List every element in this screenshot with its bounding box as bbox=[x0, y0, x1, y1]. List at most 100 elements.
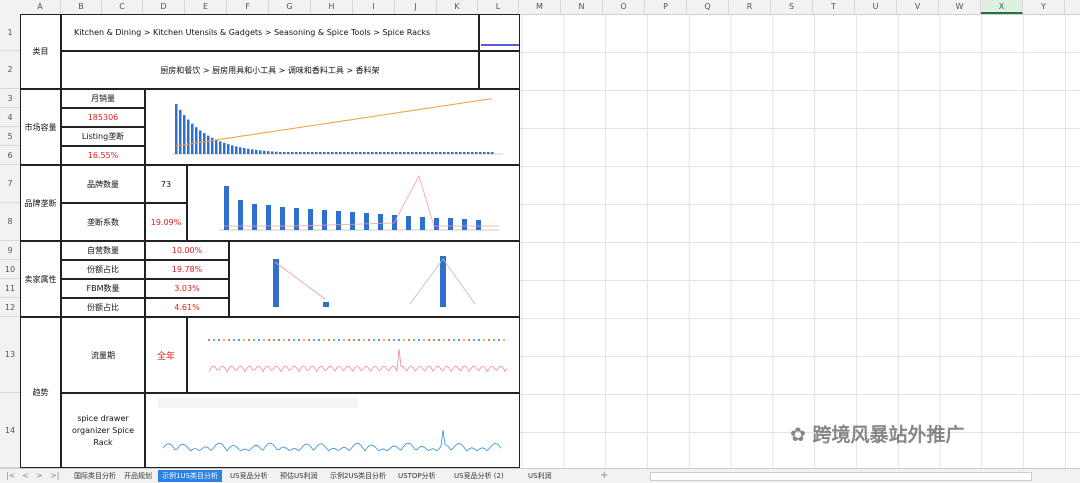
brand-count-label[interactable]: 品牌数量 bbox=[61, 165, 145, 203]
flow-label[interactable]: 流量期 bbox=[61, 317, 145, 393]
sheet-tab[interactable]: 示例1US类目分析 bbox=[158, 470, 223, 482]
sheet-tab[interactable]: 预估US利润 bbox=[276, 470, 322, 482]
row-header-13[interactable]: 13 bbox=[0, 317, 20, 393]
column-header-n[interactable]: N bbox=[561, 0, 603, 14]
column-header-d[interactable]: D bbox=[143, 0, 185, 14]
category-path-en[interactable]: Kitchen & Dining > Kitchen Utensils & Ga… bbox=[61, 14, 479, 51]
sheet-tab[interactable]: US利润 bbox=[524, 470, 556, 482]
bar bbox=[246, 148, 249, 154]
category-empty-cell[interactable] bbox=[479, 51, 520, 89]
flow-value[interactable]: 全年 bbox=[145, 317, 187, 393]
keyword-cell[interactable]: spice drawer organizer Spice Rack bbox=[61, 393, 145, 468]
sheet-tab[interactable]: US竞品分析 bbox=[226, 470, 272, 482]
column-header-a[interactable]: A bbox=[20, 0, 61, 14]
column-header-k[interactable]: K bbox=[437, 0, 478, 14]
row-header-1[interactable]: 1 bbox=[0, 14, 20, 51]
bar bbox=[178, 109, 181, 154]
sheet-tab[interactable]: USTOP分析 bbox=[394, 470, 440, 482]
bar bbox=[398, 152, 401, 154]
column-header-h[interactable]: H bbox=[311, 0, 353, 14]
fbm-value[interactable]: 3.03% bbox=[145, 279, 229, 298]
column-header-b[interactable]: B bbox=[61, 0, 102, 14]
row-header-3[interactable]: 3 bbox=[0, 89, 20, 108]
row-header-8[interactable]: 8 bbox=[0, 203, 20, 241]
brand-coef-label[interactable]: 垄断系数 bbox=[61, 203, 145, 241]
column-header-w[interactable]: W bbox=[939, 0, 981, 14]
add-sheet-icon[interactable]: + bbox=[600, 470, 608, 482]
column-header-s[interactable]: S bbox=[771, 0, 813, 14]
column-header-q[interactable]: Q bbox=[687, 0, 729, 14]
column-header-j[interactable]: J bbox=[395, 0, 437, 14]
column-header-i[interactable]: I bbox=[353, 0, 395, 14]
brand-label[interactable]: 品牌垄断 bbox=[20, 165, 61, 241]
market-label[interactable]: 市场容量 bbox=[20, 89, 61, 165]
row-header-4[interactable]: 4 bbox=[0, 108, 20, 127]
column-header-p[interactable]: P bbox=[645, 0, 687, 14]
category-label[interactable]: 类目 bbox=[20, 14, 61, 89]
column-header-u[interactable]: U bbox=[855, 0, 897, 14]
bar bbox=[290, 152, 293, 154]
listing-value[interactable]: 16.55% bbox=[61, 146, 145, 165]
sheet-tab[interactable]: 示例2US类目分析 bbox=[326, 470, 390, 482]
bar bbox=[266, 151, 269, 154]
bar bbox=[419, 217, 425, 230]
column-header-t[interactable]: T bbox=[813, 0, 855, 14]
marker bbox=[232, 339, 235, 341]
row-header-9[interactable]: 9 bbox=[0, 241, 20, 260]
column-header-g[interactable]: G bbox=[269, 0, 311, 14]
row-header-10[interactable]: 10 bbox=[0, 260, 20, 279]
self-value[interactable]: 10.00% bbox=[145, 241, 229, 260]
trend-label[interactable]: 趋势 bbox=[20, 317, 61, 468]
monthly-sales-label[interactable]: 月销量 bbox=[61, 89, 145, 108]
column-header-f[interactable]: F bbox=[227, 0, 269, 14]
listing-label[interactable]: Listing垄断 bbox=[61, 127, 145, 146]
marker bbox=[207, 339, 210, 341]
column-header-v[interactable]: V bbox=[897, 0, 939, 14]
sheet-tab[interactable]: 开品规划 bbox=[120, 470, 156, 482]
monthly-sales-value[interactable]: 185306 bbox=[61, 108, 145, 127]
keyword-chart-cell[interactable] bbox=[145, 393, 520, 468]
column-header-o[interactable]: O bbox=[603, 0, 645, 14]
share2-label[interactable]: 份额占比 bbox=[61, 298, 145, 317]
category-extra-cell[interactable] bbox=[479, 14, 520, 51]
row-header-2[interactable]: 2 bbox=[0, 51, 20, 89]
last-sheet-icon[interactable]: >| bbox=[50, 470, 59, 482]
bar bbox=[482, 152, 485, 154]
horizontal-scrollbar[interactable] bbox=[650, 472, 1032, 481]
sheet-tab[interactable]: 国际类目分析 bbox=[70, 470, 120, 482]
first-sheet-icon[interactable]: |< bbox=[6, 470, 15, 482]
fbm-label[interactable]: FBM数量 bbox=[61, 279, 145, 298]
brand-chart-cell[interactable] bbox=[187, 165, 520, 241]
seller-chart-cell[interactable] bbox=[229, 241, 520, 317]
share1-label[interactable]: 份额占比 bbox=[61, 260, 145, 279]
column-header-y[interactable]: Y bbox=[1023, 0, 1065, 14]
self-label[interactable]: 自营数量 bbox=[61, 241, 145, 260]
bar bbox=[377, 214, 383, 230]
row-header-6[interactable]: 6 bbox=[0, 146, 20, 165]
sheet-tab[interactable]: US竞品分析 (2) bbox=[450, 470, 508, 482]
column-header-l[interactable]: L bbox=[478, 0, 519, 14]
marker bbox=[307, 339, 310, 341]
flow-chart-cell[interactable] bbox=[187, 317, 520, 393]
prev-sheet-icon[interactable]: < bbox=[22, 470, 29, 482]
row-header-11[interactable]: 11 bbox=[0, 279, 20, 298]
marker bbox=[337, 339, 340, 341]
row-header-5[interactable]: 5 bbox=[0, 127, 20, 146]
brand-coef-value[interactable]: 19.09% bbox=[145, 203, 187, 241]
market-chart-cell[interactable] bbox=[145, 89, 520, 165]
seller-label[interactable]: 卖家属性 bbox=[20, 241, 61, 317]
column-header-c[interactable]: C bbox=[102, 0, 143, 14]
category-path-cn[interactable]: 厨房和餐饮 > 厨房用具和小工具 > 调味和香料工具 > 香料架 bbox=[61, 51, 479, 89]
brand-count-value[interactable]: 73 bbox=[145, 165, 187, 203]
row-header-14[interactable]: 14 bbox=[0, 393, 20, 468]
share1-value[interactable]: 19.78% bbox=[145, 260, 229, 279]
row-header-7[interactable]: 7 bbox=[0, 165, 20, 203]
column-header-x[interactable]: X bbox=[981, 0, 1023, 14]
column-header-m[interactable]: M bbox=[519, 0, 561, 14]
row-header-12[interactable]: 12 bbox=[0, 298, 20, 317]
next-sheet-icon[interactable]: > bbox=[36, 470, 43, 482]
column-header-e[interactable]: E bbox=[185, 0, 227, 14]
column-header-r[interactable]: R bbox=[729, 0, 771, 14]
marker bbox=[247, 339, 250, 341]
share2-value[interactable]: 4.61% bbox=[145, 298, 229, 317]
